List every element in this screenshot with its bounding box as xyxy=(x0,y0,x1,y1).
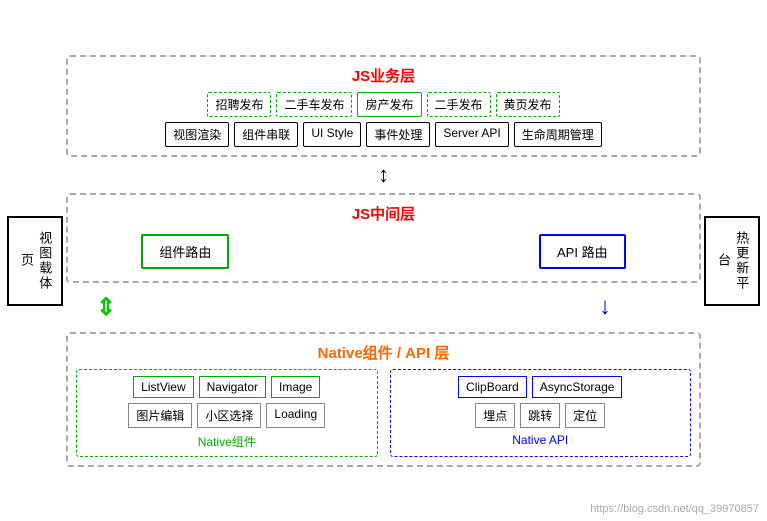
native-title: Native组件 / API 层 xyxy=(76,342,691,363)
api-route-box: API 路由 xyxy=(539,234,626,269)
biz-solid-1: 视图渲染 xyxy=(165,122,229,147)
mid-to-native-arrows: ⇕ ↓ xyxy=(66,291,701,324)
js-mid-layer: JS中间层 组件路由 API 路由 xyxy=(66,193,701,283)
arrow-biz-mid: ↕ xyxy=(66,165,701,185)
biz-tag-3: 房产发布 xyxy=(357,92,421,117)
biz-tag-4: 二手发布 xyxy=(427,92,491,117)
native-inner: ListView Navigator Image 图片编辑 小区选择 Loadi… xyxy=(76,369,691,457)
native-layer: Native组件 / API 层 ListView Navigator Imag… xyxy=(66,332,701,467)
biz-solid-3: UI Style xyxy=(303,122,361,147)
biz-solid-2: 组件串联 xyxy=(234,122,298,147)
right-box-label: 热更新平台 xyxy=(714,224,750,298)
district-tag: 小区选择 xyxy=(197,403,261,428)
biz-tag-1: 招聘发布 xyxy=(207,92,271,117)
main-container: 视图载体页 JS业务层 招聘发布 二手车发布 房产发布 二手发布 黄页发布 视图… xyxy=(0,0,767,521)
js-biz-layer: JS业务层 招聘发布 二手车发布 房产发布 二手发布 黄页发布 视图渲染 组件串… xyxy=(66,55,701,157)
biz-top-row: 招聘发布 二手车发布 房产发布 二手发布 黄页发布 xyxy=(76,92,691,117)
asyncstorage-tag: AsyncStorage xyxy=(532,376,623,398)
mid-inner: 组件路由 API 路由 xyxy=(76,230,691,273)
native-comp-label: Native组件 xyxy=(83,433,371,450)
watermark: https://blog.csdn.net/qq_39970857 xyxy=(590,503,759,515)
js-biz-title: JS业务层 xyxy=(76,65,691,86)
native-comp-row2: 图片编辑 小区选择 Loading xyxy=(83,403,371,428)
location-tag: 定位 xyxy=(565,403,605,428)
native-components-section: ListView Navigator Image 图片编辑 小区选择 Loadi… xyxy=(76,369,378,457)
biz-solid-5: Server API xyxy=(435,122,508,147)
native-api-row2: 埋点 跳转 定位 xyxy=(397,403,685,428)
blue-arrow: ↓ xyxy=(599,293,611,322)
right-panel: 热更新平台 xyxy=(707,216,757,306)
biz-tag-2: 二手车发布 xyxy=(276,92,352,117)
component-route-box: 组件路由 xyxy=(141,234,229,269)
listview-tag: ListView xyxy=(133,376,193,398)
tracking-tag: 埋点 xyxy=(475,403,515,428)
native-comp-row1: ListView Navigator Image xyxy=(83,376,371,398)
biz-solid-4: 事件处理 xyxy=(366,122,430,147)
biz-bottom-row: 视图渲染 组件串联 UI Style 事件处理 Server API 生命周期管… xyxy=(76,122,691,147)
js-mid-title: JS中间层 xyxy=(76,203,691,224)
left-panel: 视图载体页 xyxy=(10,216,60,306)
native-api-row1: ClipBoard AsyncStorage xyxy=(397,376,685,398)
center-area: JS业务层 招聘发布 二手车发布 房产发布 二手发布 黄页发布 视图渲染 组件串… xyxy=(66,55,701,467)
green-arrow: ⇕ xyxy=(96,293,116,322)
image-tag: Image xyxy=(271,376,320,398)
biz-tag-5: 黄页发布 xyxy=(496,92,560,117)
navigator-tag: Navigator xyxy=(199,376,266,398)
native-api-label: Native API xyxy=(397,433,685,447)
jump-tag: 跳转 xyxy=(520,403,560,428)
right-side-box: 热更新平台 xyxy=(704,216,760,306)
loading-tag: Loading xyxy=(266,403,325,428)
native-api-section: ClipBoard AsyncStorage 埋点 跳转 定位 Native A… xyxy=(390,369,692,457)
left-side-box: 视图载体页 xyxy=(7,216,63,306)
biz-solid-6: 生命周期管理 xyxy=(514,122,602,147)
clipboard-tag: ClipBoard xyxy=(458,376,527,398)
img-edit-tag: 图片编辑 xyxy=(128,403,192,428)
left-box-label: 视图载体页 xyxy=(17,224,53,298)
updown-arrow: ↕ xyxy=(378,162,389,188)
